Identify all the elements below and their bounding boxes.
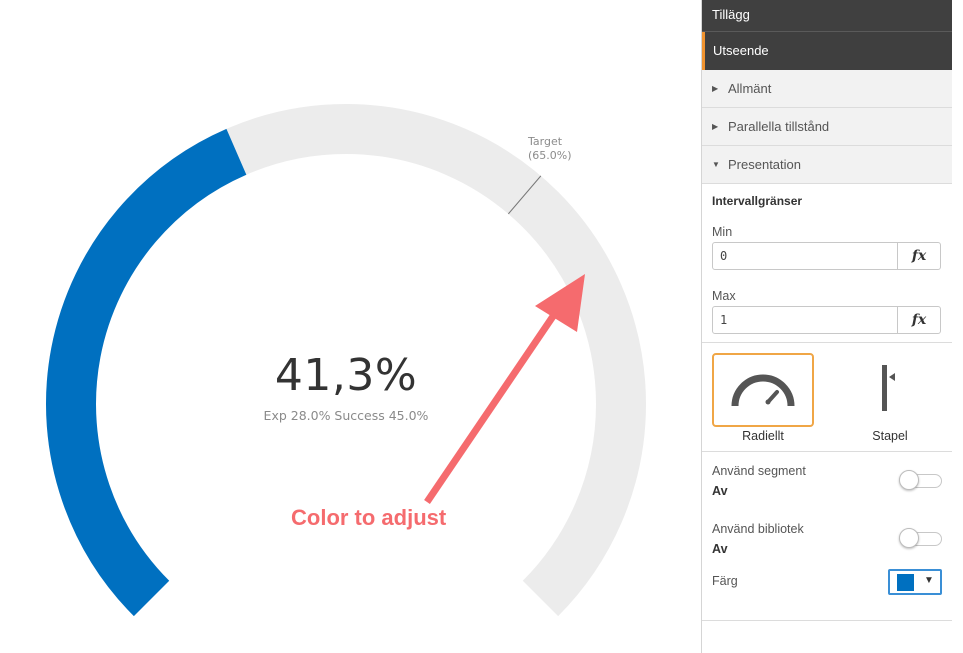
section-header-addons[interactable]: Tillägg: [702, 0, 952, 32]
min-label: Min: [712, 225, 733, 239]
section-header-appearance[interactable]: Utseende: [702, 32, 952, 70]
gauge-svg: [46, 104, 646, 617]
type-bar-card[interactable]: [839, 353, 941, 427]
type-bar-label: Stapel: [872, 429, 908, 443]
bar-gauge-icon: [882, 365, 895, 411]
accordion-alternate-states[interactable]: ▶ Parallella tillstånd: [702, 108, 952, 146]
color-picker-button[interactable]: ▼: [888, 569, 942, 595]
gauge-value: 41,3%: [274, 350, 418, 401]
range-limits-title: Intervallgränser: [712, 194, 803, 208]
use-segments-toggle[interactable]: [899, 470, 942, 490]
caret-down-icon: ▼: [712, 160, 720, 170]
annotation-arrow-head: [535, 274, 585, 332]
accordion-presentation-label: Presentation: [728, 157, 801, 172]
use-library-setting: Använd bibliotek Av: [702, 510, 952, 568]
min-input[interactable]: [713, 243, 898, 269]
caret-right-icon: ▶: [712, 84, 719, 94]
radial-gauge-icon: [731, 374, 795, 407]
min-expression-button[interactable]: fx: [897, 243, 940, 269]
gauge-secondary-measures: Exp 28.0% Success 45.0%: [263, 408, 429, 423]
accordion-alternate-states-label: Parallella tillstånd: [728, 119, 830, 134]
type-radial-label: Radiellt: [742, 429, 784, 443]
accordion-general-label: Allmänt: [728, 81, 772, 96]
gauge-target-label: Target (65.0%): [528, 135, 572, 163]
max-field: fx: [712, 306, 941, 334]
use-segments-setting: Använd segment Av: [702, 452, 952, 510]
annotation-text: Color to adjust: [291, 505, 447, 530]
chevron-down-icon: ▼: [924, 575, 934, 586]
color-setting: Färg ▼: [702, 568, 952, 621]
use-library-toggle[interactable]: [899, 528, 942, 548]
annotation-arrow: [424, 301, 565, 504]
color-swatch: [897, 574, 914, 591]
max-label: Max: [712, 289, 736, 303]
gauge-target-value: (65.0%): [528, 149, 572, 162]
max-input[interactable]: [713, 307, 898, 333]
toggle-knob: [899, 528, 919, 548]
gauge-chart: Target (65.0%) 41,3% Exp 28.0% Success 4…: [0, 0, 700, 653]
toggle-knob: [899, 470, 919, 490]
gauge-fill: [46, 128, 247, 617]
properties-panel: Tillägg Utseende ▶ Allmänt ▶ Parallella ti…: [701, 0, 952, 653]
accordion-presentation[interactable]: ▼ Presentation: [702, 146, 952, 184]
min-field: fx: [712, 242, 941, 270]
caret-right-icon: ▶: [712, 122, 719, 132]
max-expression-button[interactable]: fx: [897, 307, 940, 333]
accordion-general[interactable]: ▶ Allmänt: [702, 70, 952, 108]
gauge-target-title: Target: [528, 135, 563, 148]
gauge-type-selector: Radiellt Stapel: [702, 343, 952, 451]
type-radial-card[interactable]: [712, 353, 814, 427]
